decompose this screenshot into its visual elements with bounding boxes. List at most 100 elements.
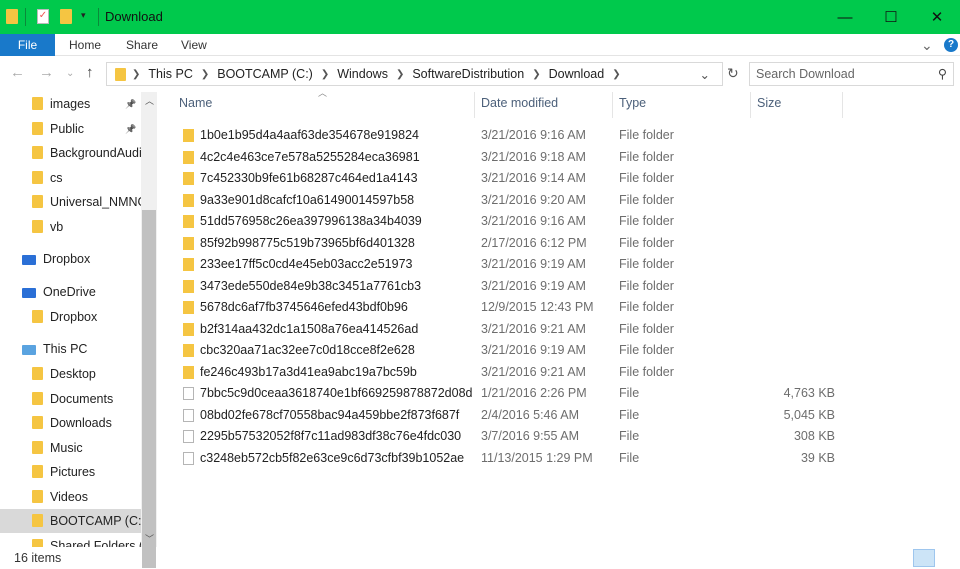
nav-item-label: Pictures (50, 465, 96, 479)
file-type: File (619, 407, 640, 422)
nav-item[interactable]: Dropbox (0, 247, 141, 271)
folder-icon (32, 440, 43, 454)
tab-share[interactable]: Share (126, 34, 158, 56)
file-row[interactable]: 5678dc6af7fb3745646efed43bdf0b96 12/9/201… (170, 297, 840, 318)
folder-icon (183, 236, 194, 250)
nav-item[interactable]: Shared Folders ( (0, 534, 141, 547)
file-row[interactable]: 51dd576958c26ea397996138a34b4039 3/21/201… (170, 211, 840, 232)
nav-item[interactable]: Universal_NMNG (0, 190, 141, 214)
file-row[interactable]: 7bbc5c9d0ceaa3618740e1bf669259878872d08d… (170, 383, 840, 404)
file-type: File folder (619, 214, 674, 228)
pin-icon: 📌 (125, 123, 137, 134)
folder-icon (183, 258, 194, 271)
properties-icon[interactable]: ✓ (37, 9, 49, 24)
folder-icon (32, 489, 43, 503)
file-row[interactable]: c3248eb572cb5f82e63ce9c6d73cfbf39b1052ae… (170, 448, 840, 469)
nav-item[interactable]: vb (0, 215, 141, 239)
nav-item[interactable]: BOOTCAMP (C:) (0, 509, 141, 533)
large-icons-view-button[interactable] (937, 549, 959, 567)
file-row[interactable]: 3473ede550de84e9b38c3451a7761cb3 3/21/201… (170, 276, 840, 297)
file-type: File (619, 450, 640, 465)
breadcrumb-this-pc[interactable]: This PC (148, 67, 192, 81)
search-input[interactable]: Search Download ⚲ (749, 62, 954, 86)
recent-locations-icon[interactable]: ⌄ (66, 68, 74, 79)
scroll-up-icon[interactable]: ︿ (145, 94, 154, 107)
column-header-size[interactable]: Size (757, 96, 781, 116)
file-icon (183, 387, 194, 400)
nav-item-label: Downloads (50, 416, 112, 430)
nav-item-label: vb (50, 219, 64, 234)
nav-item[interactable]: Public 📌 (0, 117, 141, 141)
folder-icon (183, 322, 194, 336)
file-row[interactable]: 7c452330b9fe61b68287c464ed1a4143 3/21/201… (170, 168, 840, 189)
file-row[interactable]: 233ee17ff5c0cd4e45eb03acc2e51973 3/21/201… (170, 254, 840, 275)
breadcrumb-softwaredistribution[interactable]: SoftwareDistribution (412, 67, 524, 81)
nav-item[interactable]: Music (0, 436, 141, 460)
folder-icon (22, 288, 36, 298)
nav-item[interactable]: Videos (0, 485, 141, 509)
nav-scrollbar[interactable]: ︿ ﹀ (141, 92, 157, 568)
file-date: 11/13/2015 1:29 PM (481, 450, 593, 465)
file-row[interactable]: cbc320aa71ac32ee7c0d18cce8f2e628 3/21/201… (170, 340, 840, 361)
nav-item[interactable]: Pictures (0, 460, 141, 484)
tab-home[interactable]: Home (69, 34, 101, 56)
file-name: 7c452330b9fe61b68287c464ed1a4143 (200, 171, 418, 185)
nav-item[interactable]: This PC (0, 337, 141, 361)
minimize-button[interactable]: — (822, 0, 868, 34)
close-button[interactable]: ✕ (914, 0, 960, 34)
column-header-type[interactable]: Type (619, 96, 646, 116)
up-button[interactable]: ↑ (86, 64, 94, 81)
nav-item[interactable]: cs (0, 166, 141, 190)
address-bar[interactable]: ❯ This PC ❯ BOOTCAMP (C:) ❯ Windows ❯ Softw… (106, 62, 723, 86)
folder-icon (22, 255, 36, 265)
file-row[interactable]: b2f314aa432dc1a1508a76ea414526ad 3/21/201… (170, 319, 840, 340)
back-button[interactable]: ← (10, 64, 25, 81)
nav-item[interactable]: images 📌 (0, 92, 141, 116)
search-icon[interactable]: ⚲ (938, 66, 947, 81)
breadcrumb-windows[interactable]: Windows (337, 67, 388, 81)
scrollbar-thumb[interactable] (142, 210, 156, 568)
column-header-name[interactable]: Name (179, 96, 212, 116)
file-row[interactable]: 2295b57532052f8f7c11ad983df38c76e4fdc030… (170, 426, 840, 447)
file-row[interactable]: 1b0e1b95d4a4aaf63de354678e919824 3/21/201… (170, 125, 840, 146)
file-row[interactable]: 4c2c4e463ce7e578a5255284eca36981 3/21/201… (170, 147, 840, 168)
file-type: File folder (619, 343, 674, 357)
folder-icon (183, 150, 194, 164)
breadcrumb-download[interactable]: Download (549, 67, 605, 81)
nav-item[interactable]: Desktop (0, 362, 141, 386)
refresh-button[interactable]: ↻ (727, 65, 739, 82)
file-name: c3248eb572cb5f82e63ce9c6d73cfbf39b1052ae (200, 450, 465, 465)
breadcrumb-bootcamp[interactable]: BOOTCAMP (C:) (217, 67, 313, 81)
file-row[interactable]: fe246c493b17a3d41ea9abc19a7bc59b 3/21/201… (170, 362, 840, 383)
address-dropdown-icon[interactable]: ⌄ (700, 67, 710, 82)
ribbon: File Home Share View ⌄ ? (0, 34, 960, 56)
nav-item-label: Videos (50, 489, 88, 504)
scroll-down-icon[interactable]: ﹀ (145, 532, 154, 545)
new-folder-icon[interactable] (60, 9, 72, 24)
tab-file[interactable]: File (0, 34, 55, 56)
nav-item-label: Documents (50, 391, 114, 406)
nav-item[interactable]: Dropbox (0, 305, 141, 329)
folder-icon (183, 301, 194, 314)
file-date: 2/4/2016 5:46 AM (481, 407, 579, 422)
nav-item[interactable]: BackgroundAudi (0, 141, 141, 165)
expand-ribbon-icon[interactable]: ⌄ (921, 34, 933, 56)
details-view-button[interactable] (913, 549, 935, 567)
tab-view[interactable]: View (181, 34, 207, 56)
nav-item[interactable]: OneDrive (0, 280, 141, 304)
maximize-button[interactable]: ☐ (868, 0, 914, 34)
nav-item[interactable]: Documents (0, 387, 141, 411)
file-name: 7bbc5c9d0ceaa3618740e1bf669259878872d08d (200, 386, 473, 400)
forward-button[interactable]: → (39, 64, 54, 81)
file-row[interactable]: 85f92b998775c519b73965bf6d401328 2/17/201… (170, 233, 840, 254)
file-date: 3/7/2016 9:55 AM (481, 429, 579, 443)
help-icon[interactable]: ? (944, 38, 958, 52)
file-row[interactable]: 9a33e901d8cafcf10a61490014597b58 3/21/201… (170, 190, 840, 211)
divider (750, 92, 751, 118)
customize-quick-access-icon[interactable]: ▾ (81, 10, 86, 21)
folder-icon (183, 193, 194, 207)
nav-item[interactable]: Downloads (0, 411, 141, 435)
column-header-date[interactable]: Date modified (481, 96, 558, 116)
folder-icon (183, 365, 194, 379)
file-row[interactable]: 08bd02fe678cf70558bac94a459bbe2f873f687f… (170, 405, 840, 426)
